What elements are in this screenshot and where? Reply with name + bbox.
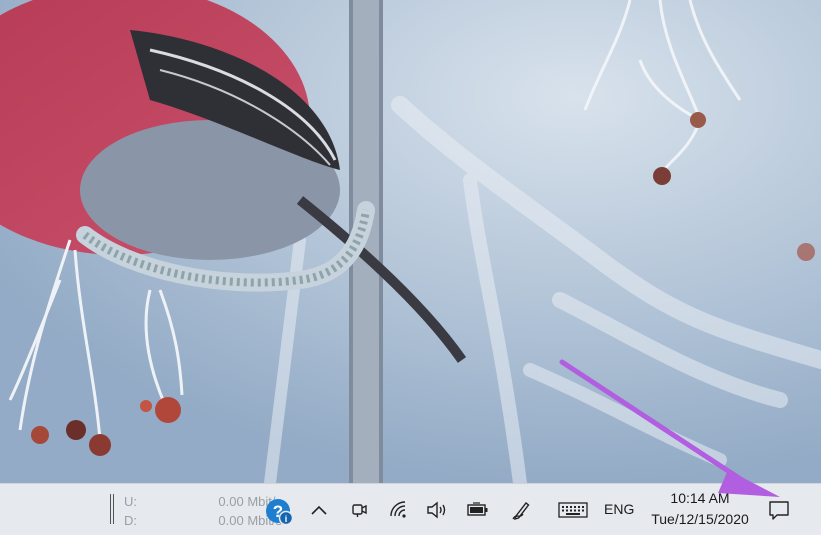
wifi-icon[interactable] <box>386 497 412 523</box>
wallpaper-illustration <box>0 0 821 483</box>
meet-now-icon[interactable] <box>346 497 372 523</box>
pen-icon[interactable] <box>508 497 534 523</box>
system-clock[interactable]: 10:14 AM Tue/12/15/2020 <box>640 488 760 530</box>
clock-time: 10:14 AM <box>670 490 730 506</box>
network-speed-labels: U: D: <box>124 492 137 530</box>
speaker-icon[interactable] <box>424 497 450 523</box>
desktop-wallpaper <box>0 0 821 483</box>
clock-date: Tue/12/15/2020 <box>651 511 749 527</box>
keyboard-icon[interactable] <box>557 497 589 523</box>
taskbar: U: D: 0.00 Mbit/s 0.00 Mbit/s ? i ENG 10… <box>0 483 821 535</box>
svg-text:i: i <box>285 514 288 524</box>
input-language[interactable]: ENG <box>604 501 634 517</box>
action-center-icon[interactable] <box>766 497 792 523</box>
help-icon[interactable]: ? i <box>264 497 294 527</box>
taskbar-divider <box>110 494 114 524</box>
upload-label: U: <box>124 494 137 509</box>
battery-icon[interactable] <box>465 497 491 523</box>
download-label: D: <box>124 513 137 528</box>
chevron-up-icon[interactable] <box>306 497 332 523</box>
